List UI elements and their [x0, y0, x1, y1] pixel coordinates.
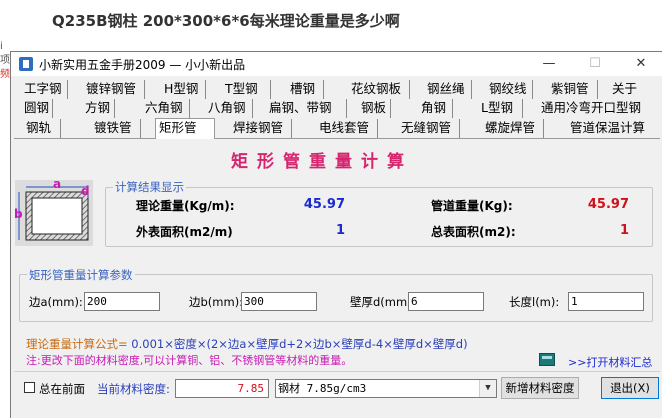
tab-flat-steel[interactable]: 扁钢、带钢	[266, 99, 347, 118]
density-input[interactable]	[175, 379, 269, 398]
length-input[interactable]	[568, 292, 644, 311]
tab-spiral-pipe[interactable]: 螺旋焊管	[482, 119, 544, 138]
density-label: 当前材料密度:	[97, 382, 170, 396]
tab-conduit[interactable]: 电线套管	[316, 119, 378, 138]
theory-weight-label: 理论重量(Kg/m):	[136, 199, 235, 213]
tab-square-bar[interactable]: 方钢	[82, 99, 115, 118]
bottom-separator	[14, 371, 660, 372]
app-window: 小新实用五金手册2009 — 小小新出品 — ☐ ✕ 工字钢 镀锌钢管 H型钢 …	[10, 51, 662, 418]
open-summary-link[interactable]: >>打开材料汇总	[568, 354, 652, 370]
tab-galvanized-pipe[interactable]: 镀锌钢管	[83, 80, 145, 99]
tab-wire-rope[interactable]: 钢丝绳	[424, 80, 472, 99]
tab-l-beam[interactable]: L型钢	[478, 99, 523, 118]
add-material-density-button[interactable]: 新增材料密度	[501, 377, 579, 399]
tab-steel-plate[interactable]: 钢板	[358, 99, 391, 118]
minimize-button[interactable]: —	[526, 52, 572, 76]
screen: Q235B钢柱 200*300*6*6每米理论重量是多少啊 i 项 频 小新实用…	[0, 0, 662, 418]
tab-strand[interactable]: 钢绞线	[486, 80, 533, 99]
tab-t-beam[interactable]: T型钢	[222, 80, 271, 99]
tab-rect-pipe[interactable]: 矩形管	[155, 118, 215, 139]
formula-prefix: 理论重量计算公式=	[26, 337, 128, 351]
total-area-value: 1	[619, 223, 629, 238]
question-title: Q235B钢柱 200*300*6*6每米理论重量是多少啊	[52, 12, 400, 30]
tab-insulation[interactable]: 管道保温计算	[567, 119, 659, 138]
tab-about[interactable]: 关于	[609, 80, 644, 99]
tab-rail[interactable]: 钢轨	[23, 119, 61, 138]
total-area-label: 总表面积(m2):	[431, 225, 516, 239]
tab-i-beam[interactable]: 工字钢	[21, 80, 68, 99]
tab-welded-pipe[interactable]: 焊接钢管	[230, 119, 292, 138]
rect-pipe-diagram: a b d	[14, 177, 93, 246]
tab-hexagon-bar[interactable]: 六角钢	[142, 99, 190, 118]
diagram-label-d: d	[81, 184, 90, 198]
calculator-icon[interactable]	[539, 353, 555, 366]
side-b-input[interactable]	[241, 292, 317, 311]
pipe-weight-value: 45.97	[587, 197, 629, 212]
formula-body: 0.001×密度×(2×边a×壁厚d+2×边b×壁厚d-4×壁厚d×壁厚d)	[131, 337, 468, 351]
material-select[interactable]: 钢材 7.85g/cm3 ▼	[275, 379, 497, 398]
app-icon	[19, 57, 33, 71]
tab-octagon-bar[interactable]: 八角钢	[205, 99, 253, 118]
chevron-down-icon[interactable]: ▼	[479, 380, 496, 397]
close-button[interactable]: ✕	[618, 52, 662, 76]
result-group-caption: 计算结果显示	[113, 179, 186, 195]
theory-weight-value: 45.97	[303, 197, 345, 212]
title-bar[interactable]: 小新实用五金手册2009 — 小小新出品 — ☐ ✕	[11, 52, 662, 76]
pipe-weight-label: 管道重量(Kg):	[431, 199, 513, 213]
note-text: 注:更改下面的材料密度,可以计算铜、铝、不锈钢管等材料的重量。	[26, 354, 353, 367]
diagram-label-a: a	[53, 177, 62, 191]
tab-h-beam[interactable]: H型钢	[161, 80, 206, 99]
section-title: 矩形管重量计算	[231, 152, 413, 172]
window-title: 小新实用五金手册2009 — 小小新出品	[39, 58, 246, 72]
wall-thickness-input[interactable]	[408, 292, 484, 311]
side-b-label: 边b(mm):	[189, 295, 244, 309]
tab-row-1: 工字钢 镀锌钢管 H型钢 T型钢 槽钢 花纹钢板 钢丝绳 钢绞线 紫铜管 关于	[11, 80, 662, 99]
side-a-input[interactable]	[84, 292, 160, 311]
tab-checkered-plate[interactable]: 花纹钢板	[348, 80, 410, 99]
tab-channel[interactable]: 槽钢	[287, 80, 324, 99]
diagram-label-b: b	[14, 207, 23, 221]
tab-round-bar[interactable]: 圆钢	[21, 99, 53, 118]
outer-area-value: 1	[335, 223, 345, 238]
params-group-caption: 矩形管重量计算参数	[27, 267, 135, 283]
tab-cold-formed[interactable]: 通用冷弯开口型钢	[538, 99, 660, 118]
formula-text: 理论重量计算公式= 0.001×密度×(2×边a×壁厚d+2×边b×壁厚d-4×…	[26, 336, 468, 352]
outer-area-label: 外表面积(m2/m)	[136, 225, 233, 239]
exit-button[interactable]: 退出(X)	[601, 377, 659, 399]
tab-iron-pipe[interactable]: 镀铁管	[91, 119, 141, 138]
length-label: 长度l(m):	[509, 295, 560, 309]
tab-copper-pipe[interactable]: 紫铜管	[548, 80, 598, 99]
material-select-value: 钢材 7.85g/cm3	[278, 382, 367, 395]
side-a-label: 边a(mm):	[29, 295, 83, 309]
tab-seamless-pipe[interactable]: 无缝钢管	[398, 119, 460, 138]
tab-angle-steel[interactable]: 角钢	[418, 99, 453, 118]
always-on-top-checkbox[interactable]	[24, 382, 35, 393]
maximize-button[interactable]: ☐	[572, 52, 618, 76]
tab-row-2: 圆钢 方钢 六角钢 八角钢 扁钢、带钢 钢板 角钢 L型钢 通用冷弯开口型钢	[11, 99, 662, 118]
wall-thickness-label: 壁厚d(mm)	[350, 295, 412, 309]
always-on-top-label: 总在前面	[39, 382, 85, 396]
tab-row-3: 钢轨 镀铁管 矩形管 焊接钢管 电线套管 无缝钢管 螺旋焊管 管道保温计算	[11, 118, 662, 139]
